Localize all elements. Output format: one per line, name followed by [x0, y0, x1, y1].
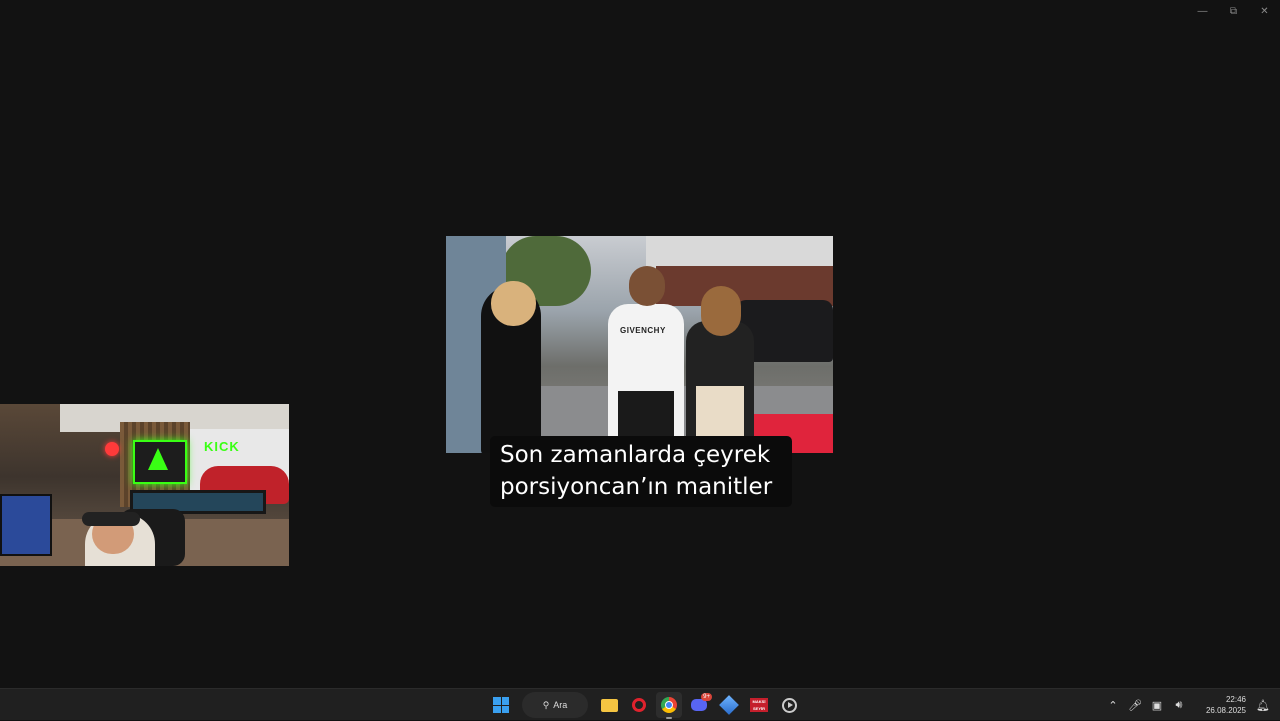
red-neon-light	[105, 442, 119, 456]
subtitle-line-2: porsiyoncan’ın manitler	[500, 474, 773, 500]
taskbar-search[interactable]: ⚲ Ara	[522, 692, 588, 718]
file-explorer-button[interactable]	[596, 692, 622, 718]
streamer-headset	[82, 512, 140, 526]
system-tray: ⌃ 🎤︎ ▣ 🔊︎ 22:46 26.08.2025 🔔︎	[1102, 689, 1280, 721]
red-app-button[interactable]: MAKSİ SEYİR	[746, 692, 772, 718]
webcam-monitor	[0, 494, 52, 556]
search-label: Ara	[553, 700, 568, 710]
media-player-button[interactable]	[776, 692, 802, 718]
kagi-button[interactable]	[716, 692, 742, 718]
webcam-overlay: KICK	[0, 404, 289, 566]
kick-sign: KICK	[204, 439, 240, 454]
network-icon[interactable]: ▣	[1146, 694, 1168, 716]
microphone-icon[interactable]: 🎤︎	[1124, 694, 1146, 716]
opera-button[interactable]	[626, 692, 652, 718]
play-icon	[781, 697, 797, 713]
minimize-button[interactable]: —	[1187, 0, 1218, 22]
subtitle-caption: Son zamanlarda çeyrek porsiyoncan’ın man…	[490, 436, 792, 507]
chevron-up-icon[interactable]: ⌃	[1102, 694, 1124, 716]
diamond-app-icon	[719, 695, 739, 715]
search-icon: ⚲	[542, 699, 550, 710]
discord-button[interactable]: 9+	[686, 692, 712, 718]
start-button[interactable]	[488, 692, 514, 718]
folder-icon	[600, 698, 618, 712]
shirt-brand-text: GIVENCHY	[620, 326, 666, 335]
chrome-icon	[661, 697, 677, 713]
volume-icon[interactable]: 🔊︎	[1168, 694, 1190, 716]
close-button[interactable]: ✕	[1249, 0, 1280, 22]
taskbar: ⚲ Ara 9+ MAKSİ SEYİR ⌃ 🎤︎ ▣ 🔊︎ 22:46 26.…	[0, 688, 1280, 720]
window-controls: — ⧉ ✕	[1187, 0, 1280, 22]
discord-badge: 9+	[701, 693, 712, 701]
opera-icon	[632, 698, 646, 712]
neon-logo-icon	[148, 448, 168, 470]
red-app-icon: MAKSİ SEYİR	[750, 698, 768, 712]
video-person-head	[491, 281, 536, 326]
chrome-button[interactable]	[656, 692, 682, 719]
video-player[interactable]: GIVENCHY	[446, 236, 833, 453]
video-person-head	[629, 266, 665, 306]
taskbar-apps: ⚲ Ara 9+ MAKSİ SEYİR	[488, 689, 802, 721]
clock-date: 26.08.2025	[1205, 706, 1246, 715]
notification-icon[interactable]: 🔔︎	[1252, 694, 1274, 716]
maximize-button[interactable]: ⧉	[1218, 0, 1249, 22]
clock-time: 22:46	[1225, 695, 1246, 704]
windows-icon	[493, 697, 509, 713]
clock[interactable]: 22:46 26.08.2025	[1198, 694, 1246, 716]
subtitle-line-1: Son zamanlarda çeyrek	[500, 442, 771, 468]
video-person-head	[701, 286, 741, 336]
